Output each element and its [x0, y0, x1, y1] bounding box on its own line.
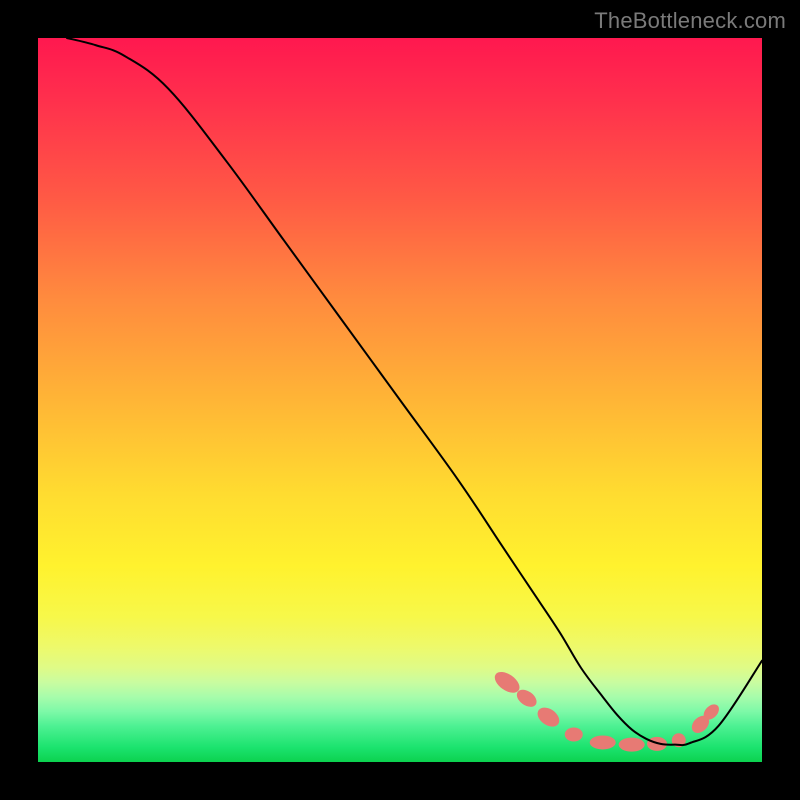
chart-frame: TheBottleneck.com	[0, 0, 800, 800]
primary-curve	[67, 38, 762, 745]
curve-marker	[619, 738, 645, 752]
curve-layer	[38, 38, 762, 762]
markers-group	[491, 668, 722, 752]
curve-marker	[565, 727, 583, 741]
watermark-text: TheBottleneck.com	[594, 8, 786, 34]
plot-area	[38, 38, 762, 762]
curve-marker	[534, 704, 563, 731]
curve-marker	[590, 735, 616, 749]
